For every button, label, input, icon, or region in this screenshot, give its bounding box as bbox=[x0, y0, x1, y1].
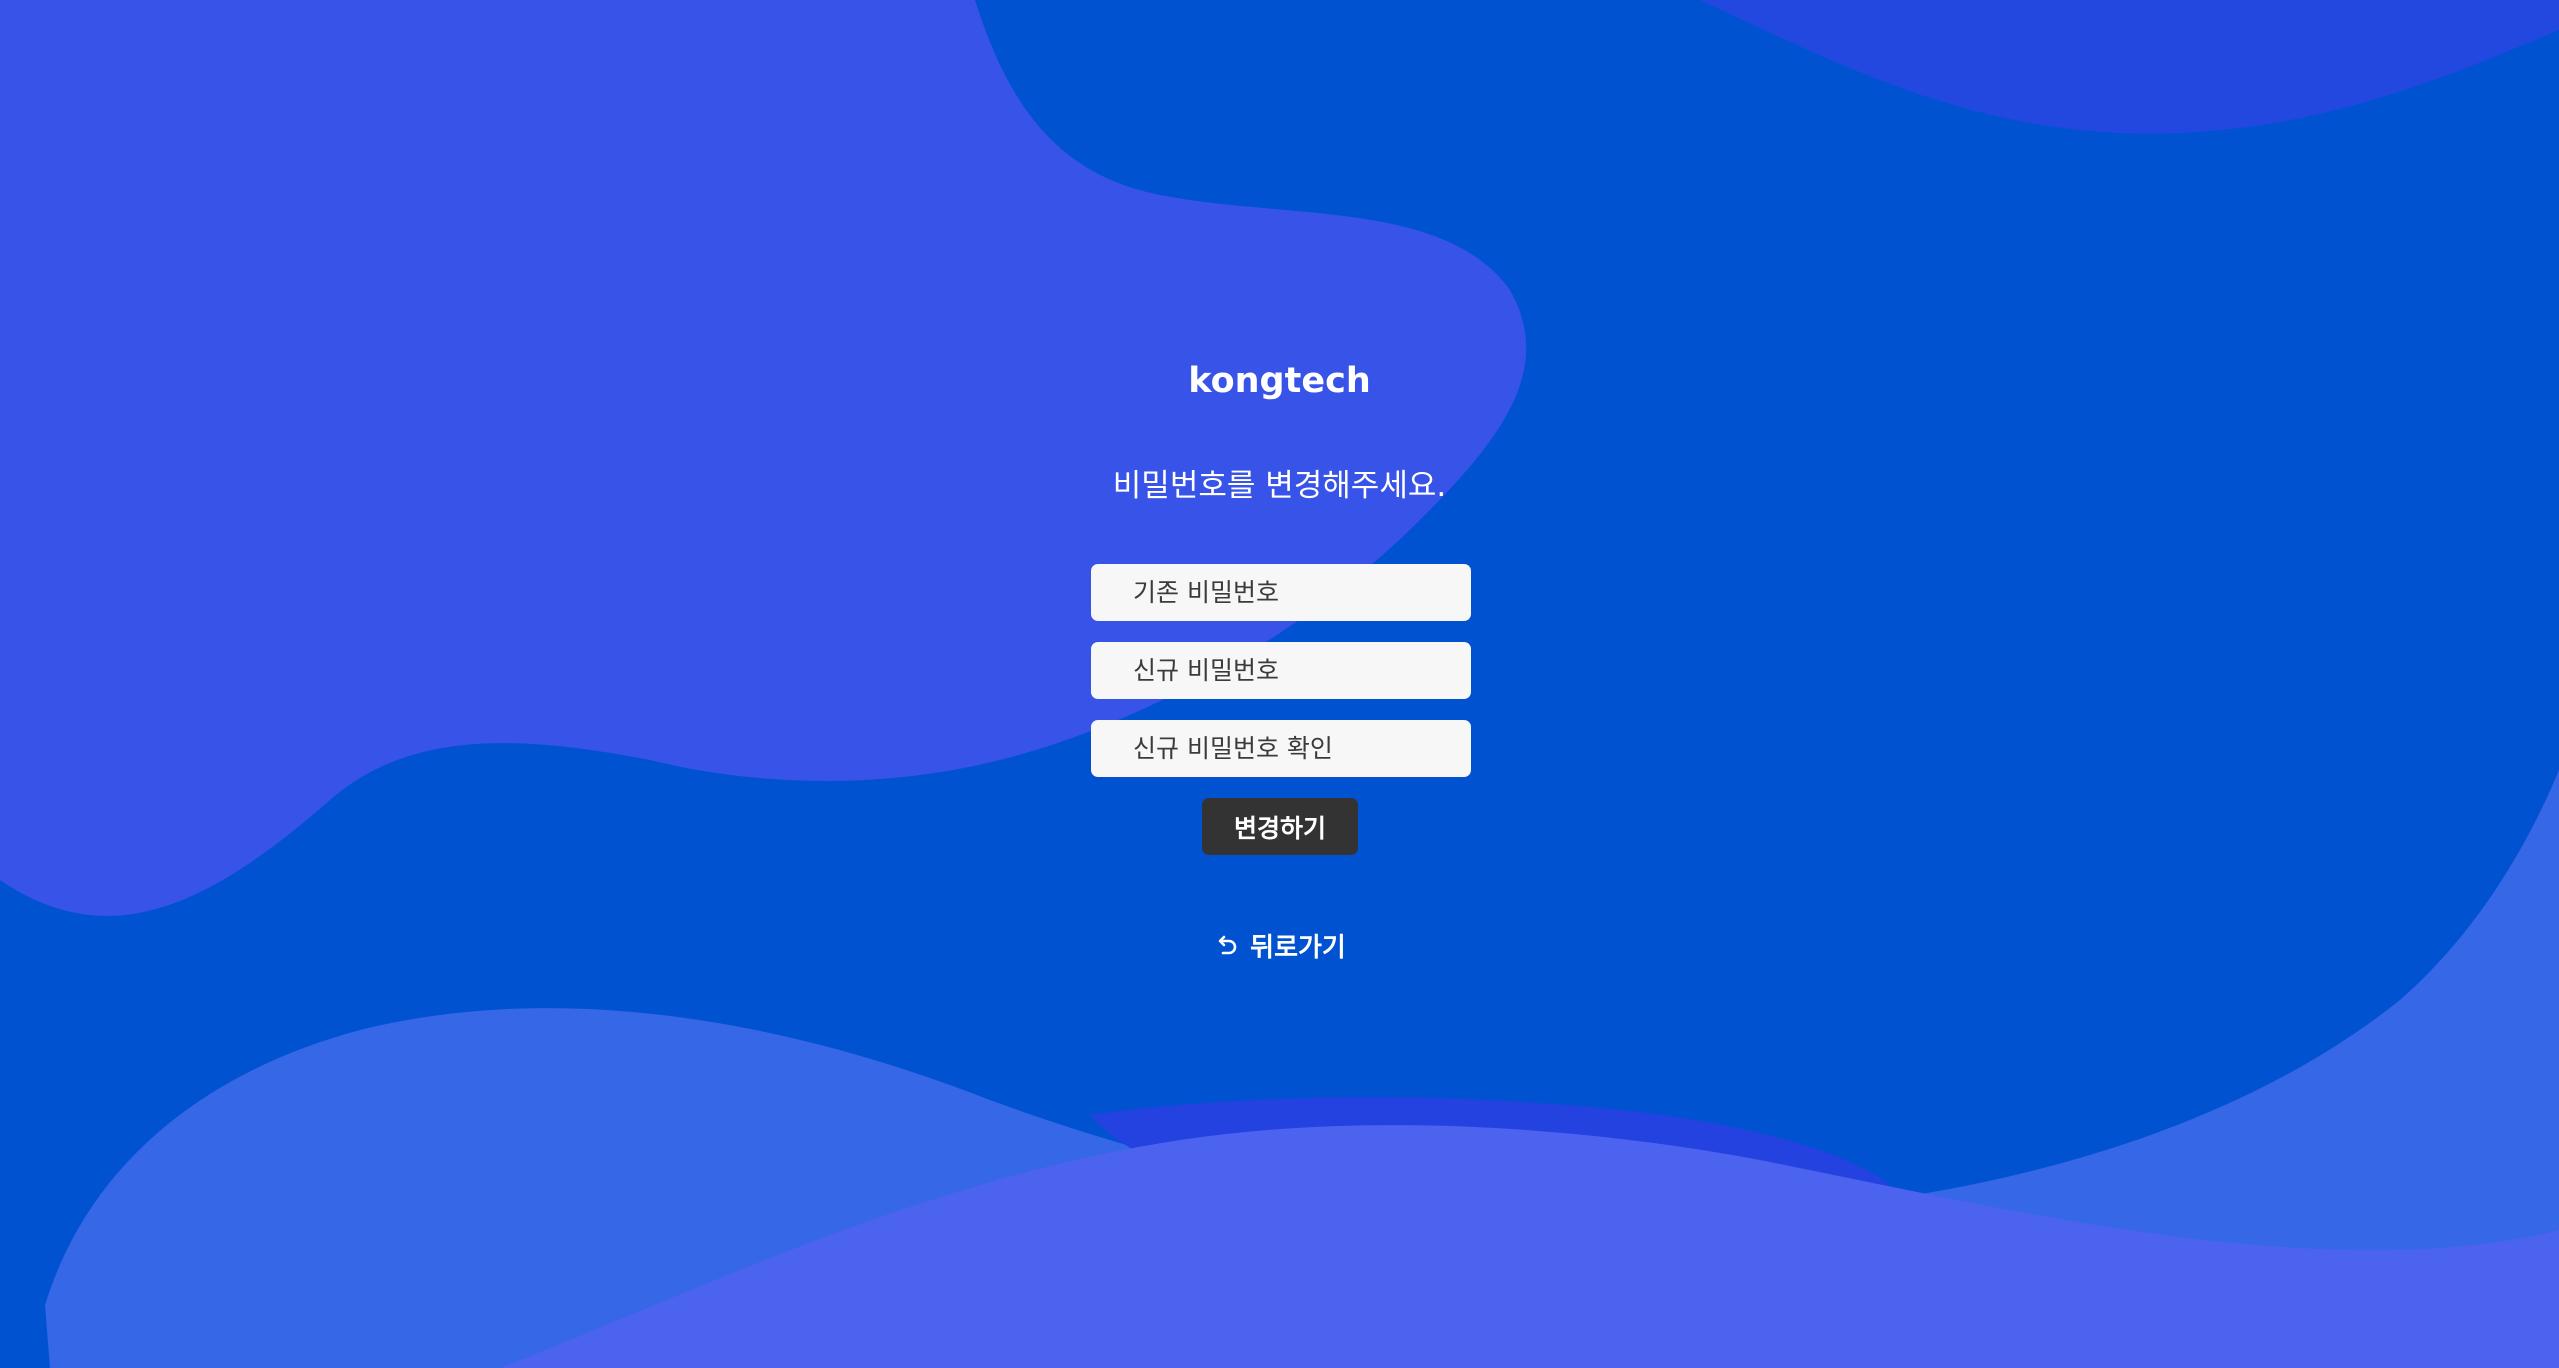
brand-logo: kongtech bbox=[1188, 361, 1371, 401]
new-password-field[interactable] bbox=[1091, 642, 1471, 699]
password-change-page: kongtech 비밀번호를 변경해주세요. 변경하기 뒤로가기 bbox=[0, 0, 2559, 1368]
page-heading: 비밀번호를 변경해주세요. bbox=[1112, 468, 1447, 504]
confirm-password-field[interactable] bbox=[1091, 720, 1471, 777]
change-password-button[interactable]: 변경하기 bbox=[1202, 798, 1358, 855]
back-label: 뒤로가기 bbox=[1250, 932, 1346, 963]
current-password-field[interactable] bbox=[1091, 564, 1471, 621]
back-link[interactable]: 뒤로가기 bbox=[1205, 920, 1355, 970]
undo-arrow-icon bbox=[1214, 932, 1240, 958]
